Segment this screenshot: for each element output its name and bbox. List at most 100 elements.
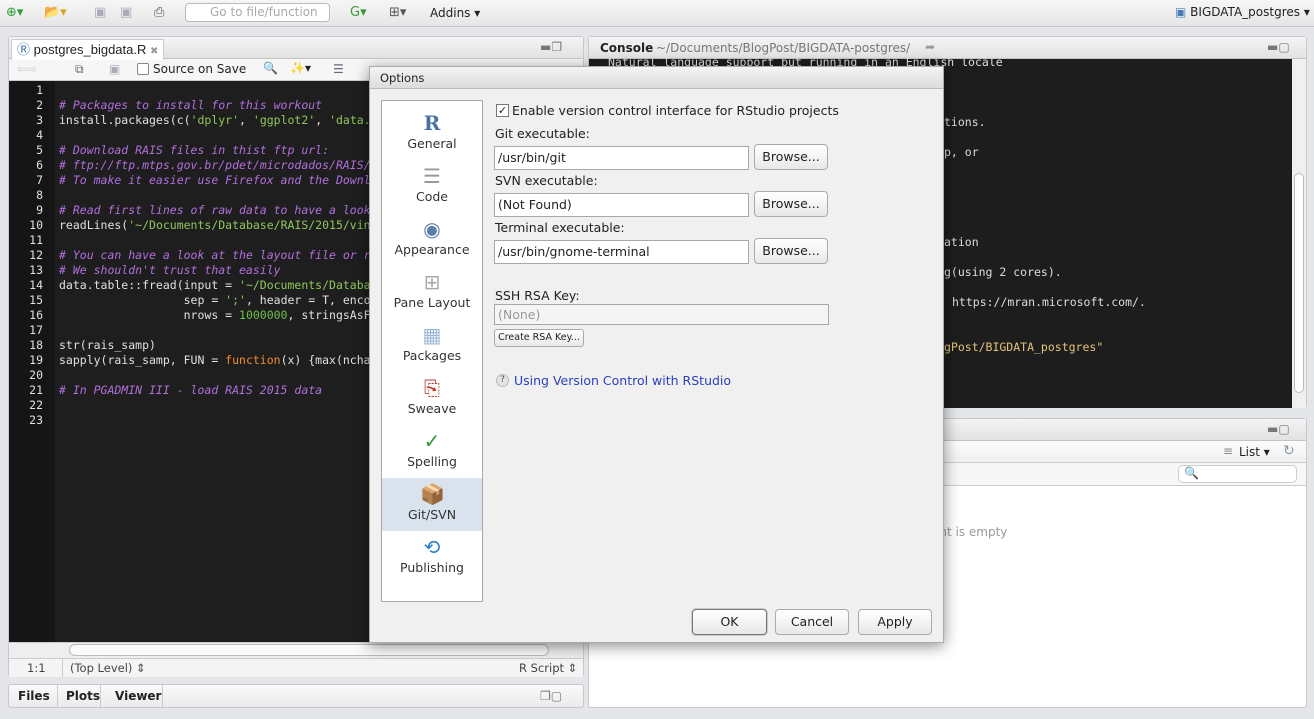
code-line: # Packages to install for this workout (59, 98, 322, 113)
sidebar-item-publishing[interactable]: ⟲ Publishing (382, 531, 482, 584)
code-token: 'ggplot2' (252, 113, 316, 127)
source-tabbar: Ⓡ postgres_bigdata.R ✖ ▬❐ (9, 37, 583, 60)
minimize-maximize-icon[interactable]: ▬▢ (1267, 422, 1290, 436)
restore-icon[interactable]: ❐▢ (540, 689, 562, 703)
code-token: data.table::fread(input = (59, 278, 240, 292)
git-executable-field[interactable]: /usr/bin/git (494, 146, 749, 170)
code-line: nrows = 1000000, stringsAsFact (59, 308, 392, 323)
terminal-executable-field[interactable]: /usr/bin/gnome-terminal (494, 240, 749, 264)
code-token: nrows = (59, 308, 240, 322)
new-file-icon[interactable]: ⊕▾ (6, 5, 23, 21)
sidebar-item-sweave[interactable]: ⎘ Sweave (382, 372, 482, 425)
line-number: 5 (36, 143, 43, 157)
sidebar-item-general[interactable]: R General (382, 107, 482, 160)
git-browse-button[interactable]: Browse... (754, 144, 828, 170)
project-name: BIGDATA_postgres (1190, 5, 1300, 19)
line-number: 15 (29, 293, 43, 307)
goto-file-input[interactable]: Go to file/function (185, 3, 330, 22)
workspace-panes-icon[interactable]: ⊞▾ (389, 5, 406, 21)
compile-notebook-icon[interactable]: ☰ (333, 62, 344, 76)
filetype-label: R Script (519, 661, 565, 675)
sidebar-item-appearance[interactable]: ◉ Appearance (382, 213, 482, 266)
save-icon[interactable]: ▣ (109, 62, 120, 76)
close-tab-icon[interactable]: ✖ (150, 46, 158, 57)
sidebar-item-label: Git/SVN (407, 507, 457, 522)
code-line: # We shouldn't trust that easily (59, 263, 281, 278)
magic-wand-icon[interactable]: ✨▾ (290, 61, 311, 75)
search-icon: 🔍 (1184, 466, 1199, 480)
view-mode-selector[interactable]: List ▾ (1239, 445, 1270, 459)
console-line: https://mran.microsoft.com/. (952, 295, 1146, 309)
open-folder-icon[interactable]: 📂▾ (44, 5, 67, 21)
code-line: readLines('~/Documents/Database/RAIS/201… (59, 218, 391, 233)
source-on-save-checkbox[interactable] (137, 63, 149, 75)
console-line: tions. (944, 115, 986, 129)
line-number: 12 (29, 248, 43, 262)
code-line: # Download RAIS files in thist ftp url: (59, 143, 329, 158)
back-forward-icon[interactable]: ⇦⇨ (17, 62, 37, 76)
line-number: 19 (29, 353, 43, 367)
dialog-title: Options (370, 67, 943, 89)
cancel-button[interactable]: Cancel (775, 609, 849, 635)
divider (57, 685, 58, 707)
sidebar-item-label: General (407, 136, 457, 151)
sidebar-item-packages[interactable]: ▦ Packages (382, 319, 482, 372)
divider (62, 659, 63, 677)
horizontal-scrollbar[interactable] (9, 642, 583, 658)
code-token: 'dplyr' (190, 113, 240, 127)
sidebar-item-label: Packages (402, 348, 462, 363)
code-token: readLines( (59, 218, 129, 232)
line-number: 23 (29, 413, 43, 427)
filetype-selector[interactable]: R Script ⇕ (519, 661, 577, 675)
code-line: # In PGADMIN III - load RAIS 2015 data (59, 383, 322, 398)
code-line: # Read first lines of raw data to have a… (59, 203, 391, 218)
apply-button[interactable]: Apply (858, 609, 932, 635)
tab-files[interactable]: Files (18, 689, 50, 703)
sidebar-item-code[interactable]: ☰ Code (382, 160, 482, 213)
code-token: # You can have a look at the layout file… (59, 248, 392, 262)
minimize-maximize-icon[interactable]: ▬▢ (1267, 40, 1290, 54)
find-icon[interactable]: 🔍 (263, 61, 278, 75)
code-page-icon: ☰ (423, 164, 441, 188)
refresh-icon[interactable]: ↻ (1283, 443, 1295, 459)
code-token: # Read first lines of raw data to have a… (59, 203, 392, 217)
files-pane: Files Plots Viewer ❐▢ (8, 684, 584, 708)
line-number: 16 (29, 308, 43, 322)
svn-executable-field[interactable]: (Not Found) (494, 193, 749, 217)
ok-button[interactable]: OK (692, 609, 767, 635)
show-in-window-icon[interactable]: ⧉ (75, 62, 84, 77)
tab-postgres-bigdata[interactable]: Ⓡ postgres_bigdata.R ✖ (11, 39, 165, 60)
help-icon: ? (496, 374, 509, 387)
create-rsa-key-button[interactable]: Create RSA Key... (494, 329, 584, 347)
tab-viewer[interactable]: Viewer (115, 689, 161, 703)
sweave-icon: ⎘ (424, 376, 440, 400)
console-scrollbar[interactable] (1292, 59, 1306, 408)
line-number: 21 (29, 383, 43, 397)
addins-menu[interactable]: Addins ▾ (430, 6, 480, 20)
sidebar-item-pane-layout[interactable]: ⊞ Pane Layout (382, 266, 482, 319)
line-number: 4 (36, 128, 43, 142)
minimize-icon[interactable]: ▬❐ (540, 40, 562, 54)
console-line: g(using 2 cores). (944, 265, 1062, 279)
source-on-save-label: Source on Save (153, 62, 247, 76)
tab-plots[interactable]: Plots (66, 689, 100, 703)
save-all-icon[interactable]: ▣ (120, 5, 132, 21)
sidebar-item-git-svn[interactable]: 📦 Git/SVN (382, 478, 482, 531)
scroll-thumb[interactable] (69, 644, 549, 656)
git-icon[interactable]: G▾ (350, 5, 367, 21)
console-line: p, or (944, 145, 979, 159)
save-icon[interactable]: ▣ (94, 5, 106, 21)
scope-selector[interactable]: (Top Level) ⇕ (70, 661, 146, 675)
print-icon[interactable]: ⎙ (154, 5, 164, 21)
scroll-thumb[interactable] (1294, 173, 1304, 393)
line-number: 22 (29, 398, 43, 412)
svn-browse-button[interactable]: Browse... (754, 191, 828, 217)
goto-directory-icon[interactable]: ➦ (925, 40, 935, 54)
sidebar-item-spelling[interactable]: ✓ Spelling (382, 425, 482, 478)
vcs-help-link[interactable]: Using Version Control with RStudio (514, 373, 731, 388)
terminal-browse-button[interactable]: Browse... (754, 238, 828, 264)
enable-vcs-checkbox[interactable]: ✓ (496, 104, 509, 117)
environment-search-input[interactable]: 🔍 (1178, 465, 1297, 483)
console-tab[interactable]: Console (600, 41, 653, 55)
project-menu[interactable]: ▣ BIGDATA_postgres ▾ (1175, 5, 1310, 19)
